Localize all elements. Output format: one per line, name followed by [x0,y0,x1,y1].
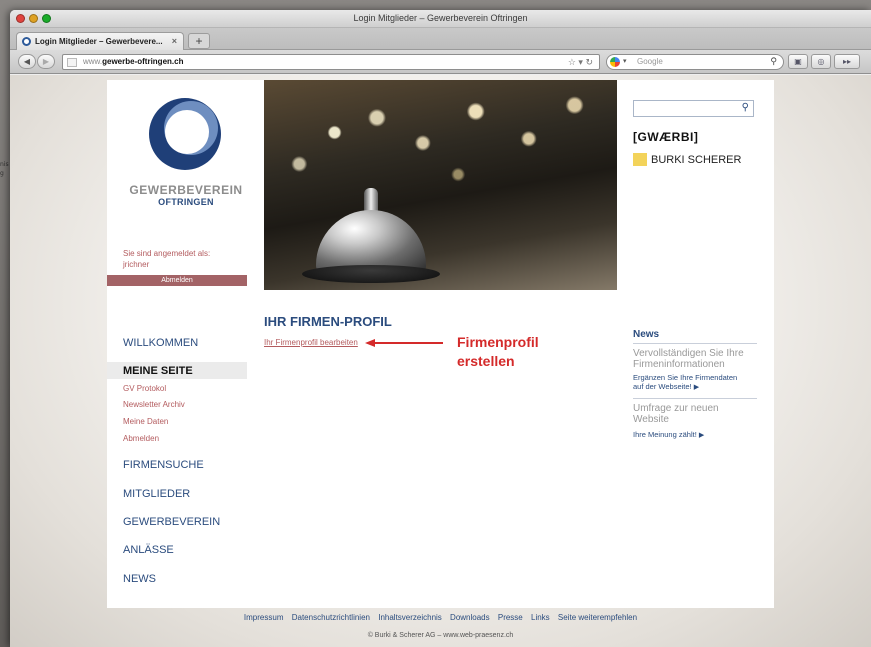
sponsor-gwaerbi-logo[interactable]: [GWÆRBI] [633,130,698,144]
nav-mitglieder[interactable]: MITGLIEDER [123,488,190,500]
nav-firmensuche[interactable]: FIRMENSUCHE [123,459,204,471]
nav-news[interactable]: NEWS [123,573,156,585]
burki-scherer-logo-icon [633,153,647,166]
tab-login-mitglieder[interactable]: Login Mitglieder – Gewerbevere... × [16,32,184,50]
footer-link-downloads[interactable]: Downloads [450,613,490,622]
url-prefix: www. [83,57,103,66]
annotation-line2: erstellen [457,353,515,369]
tab-label: Login Mitglieder – Gewerbevere... [35,37,163,46]
bookmarks-menu-icon[interactable]: ▸▸ [834,54,860,69]
login-label: Sie sind angemeldet als: [123,249,211,258]
new-tab-button[interactable]: + [188,33,210,49]
tab-close-icon[interactable]: × [172,36,177,46]
search-engine-dropdown-icon[interactable]: ▾ [623,57,627,65]
forward-button[interactable]: ▶ [37,54,55,69]
footer-link-inhaltsverzeichnis[interactable]: Inhaltsverzeichnis [378,613,442,622]
page-title: IHR FIRMEN-PROFIL [264,314,392,329]
navigation-toolbar: ◀ ▶ www.gewerbe-oftringen.ch ☆ ▾ ↻ ▾ Goo… [10,50,871,74]
nav-meine-seite[interactable]: MEINE SEITE [107,362,247,379]
news-heading: News [633,329,660,340]
bell-base [302,265,440,283]
nav-meine-seite-label: MEINE SEITE [123,365,193,377]
search-icon[interactable]: ⚲ [742,102,749,113]
site-search-input[interactable]: ⚲ [633,100,754,117]
logo-text-gewerbeverein: GEWERBEVEREIN [129,183,243,197]
bookmark-star-icon[interactable]: ☆ ▾ ↻ [568,57,593,68]
bell-dome [316,210,426,272]
title-bar: Login Mitglieder – Gewerbeverein Oftring… [10,10,871,28]
nav-willkommen[interactable]: WILLKOMMEN [123,337,198,349]
bell-knob [364,188,378,212]
footer-link-datenschutz[interactable]: Datenschutzrichtlinien [292,613,370,622]
nav-anlaesse[interactable]: ANLÄSSE [123,544,174,556]
nav-gewerbeverein[interactable]: GEWERBEVEREIN [123,516,220,528]
login-username: jrichner [123,260,150,269]
news-item2-title: Umfrage zur neuen Website [633,403,719,425]
page-viewport: GEWERBEVEREIN OFTRINGEN Sie sind angemel… [10,75,871,647]
annotation-text: Firmenprofil erstellen [457,333,539,371]
search-icon[interactable]: ⚲ [770,56,777,67]
footer-link-links[interactable]: Links [531,613,550,622]
news-item1-title: Vervollständigen Sie Ihre Firmeninformat… [633,348,744,370]
sync-icon[interactable]: ◎ [811,54,831,69]
browser-search-field[interactable]: ▾ Google ⚲ [606,54,784,70]
arrow-right-icon: ▶ [693,384,700,391]
annotation-arrow-icon [365,339,443,347]
footer-link-weiterempfehlen[interactable]: Seite weiterempfehlen [558,613,637,622]
login-status: Sie sind angemeldet als: jrichner [123,248,210,270]
logo-text-oftringen: OFTRINGEN [158,197,214,207]
back-button[interactable]: ◀ [18,54,36,69]
extension-icon[interactable]: ▣ [788,54,808,69]
nav-sub-gv-protokol[interactable]: GV Protokol [123,384,166,393]
browser-window: Login Mitglieder – Gewerbeverein Oftring… [10,10,871,647]
window-title: Login Mitglieder – Gewerbeverein Oftring… [353,13,528,23]
background-window-text: nis g [0,161,9,177]
footer-link-impressum[interactable]: Impressum [244,613,284,622]
annotation-line1: Firmenprofil [457,334,539,350]
page-icon [67,58,77,67]
news-divider [633,343,757,344]
nav-sub-abmelden[interactable]: Abmelden [123,434,159,443]
logout-button[interactable]: Abmelden [107,275,247,286]
browser-search-placeholder: Google [637,57,663,66]
url-domain: gewerbe-oftringen.ch [102,57,184,66]
google-icon [610,57,620,67]
footer-links: Impressum Datenschutzrichtlinien Inhalts… [10,613,871,622]
nav-sub-meine-daten[interactable]: Meine Daten [123,417,168,426]
address-bar[interactable]: www.gewerbe-oftringen.ch ☆ ▾ ↻ [62,54,600,70]
tab-bar: Login Mitglieder – Gewerbevere... × + [10,28,871,50]
sponsor-burki-scherer[interactable]: BURKI SCHERER [651,154,741,166]
arrow-right-icon: ▶ [698,432,705,439]
website-page: GEWERBEVEREIN OFTRINGEN Sie sind angemel… [107,80,774,608]
gewerbeverein-logo-icon [149,98,221,170]
nav-sub-newsletter-archiv[interactable]: Newsletter Archiv [123,400,185,409]
news-item2-link[interactable]: Ihre Meinung zählt! ▶ [633,430,761,440]
news-divider [633,398,757,399]
edit-profile-link[interactable]: Ihr Firmenprofil bearbeiten [264,338,358,347]
news-item1-link[interactable]: Ergänzen Sie Ihre Firmendaten auf der We… [633,373,761,392]
footer-link-presse[interactable]: Presse [498,613,523,622]
site-favicon-icon [22,37,31,46]
footer-copyright: © Burki & Scherer AG – www.web-praesenz.… [367,632,514,639]
hero-image-service-bell [264,80,617,290]
